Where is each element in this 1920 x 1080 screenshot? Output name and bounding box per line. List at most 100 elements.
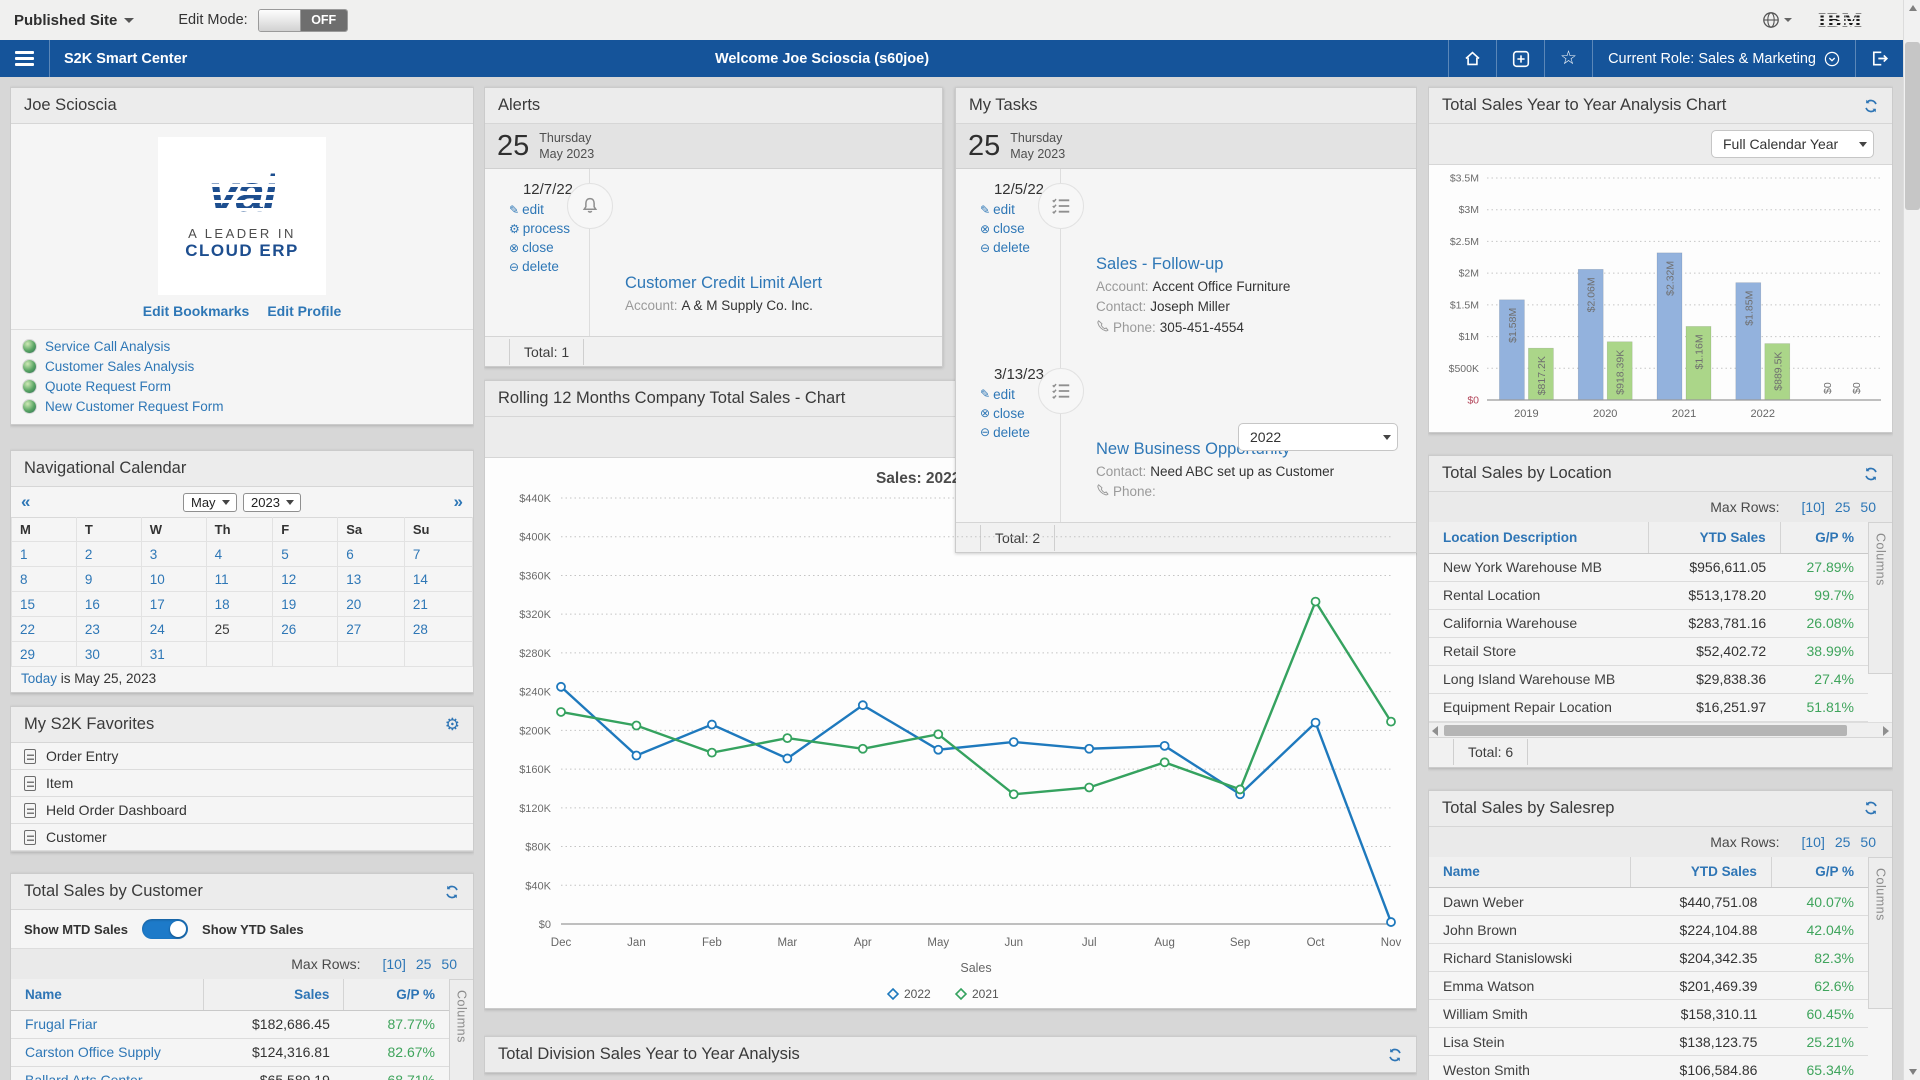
calendar-prev-button[interactable]: « — [21, 492, 30, 512]
calendar-day-link[interactable]: 5 — [281, 547, 289, 562]
bookmark-link[interactable]: New Customer Request Form — [45, 399, 224, 414]
mtd-ytd-toggle[interactable] — [142, 919, 188, 939]
entry-title-link[interactable]: Customer Credit Limit Alert — [625, 274, 822, 293]
published-site-menu[interactable]: Published Site — [14, 12, 134, 29]
scroll-down-arrow[interactable] — [1904, 1064, 1920, 1080]
favorite-item[interactable]: Customer — [11, 824, 473, 851]
edit-link[interactable]: ✎edit — [980, 202, 1015, 217]
delete-link[interactable]: ⊖delete — [509, 259, 559, 274]
refresh-icon[interactable] — [1387, 1047, 1403, 1063]
columns-tab[interactable]: Columns — [449, 979, 473, 1080]
column-header[interactable]: YTD Sales — [1649, 522, 1781, 553]
max-rows-option[interactable]: [10] — [1801, 499, 1824, 515]
calendar-day-link[interactable]: 21 — [413, 597, 428, 612]
max-rows-option[interactable]: [10] — [1801, 834, 1824, 850]
calendar-next-button[interactable]: » — [454, 492, 463, 512]
edit-link[interactable]: ✎edit — [980, 387, 1015, 402]
calendar-day-link[interactable]: 11 — [215, 572, 229, 587]
column-header[interactable]: G/P % — [1780, 522, 1868, 553]
calendar-day-link[interactable]: 6 — [346, 547, 354, 562]
column-header[interactable]: Sales — [204, 979, 344, 1010]
calendar-day-link[interactable]: 29 — [20, 647, 35, 662]
calendar-day-link[interactable]: 12 — [281, 572, 296, 587]
calendar-day-link[interactable]: 19 — [281, 597, 296, 612]
favorite-item[interactable]: Held Order Dashboard — [11, 797, 473, 824]
bookmark-link[interactable]: Service Call Analysis — [45, 339, 170, 354]
calendar-day-link[interactable]: 23 — [85, 622, 100, 637]
edit-link[interactable]: ✎edit — [509, 202, 544, 217]
max-rows-option[interactable]: 25 — [416, 956, 432, 972]
language-menu[interactable] — [1762, 11, 1792, 29]
scroll-up-arrow[interactable] — [1904, 0, 1920, 16]
max-rows-option[interactable]: [10] — [382, 956, 405, 972]
calendar-day-link[interactable]: 9 — [85, 572, 93, 587]
calendar-day-link[interactable]: 22 — [20, 622, 35, 637]
favorite-item[interactable]: Item — [11, 770, 473, 797]
calendar-day-link[interactable]: 20 — [346, 597, 361, 612]
max-rows-option[interactable]: 50 — [1860, 834, 1876, 850]
calendar-day-link[interactable]: 10 — [150, 572, 165, 587]
calendar-day-link[interactable]: 1 — [20, 547, 28, 562]
favorite-item[interactable]: Order Entry — [11, 743, 473, 770]
calendar-day-link[interactable]: 2 — [85, 547, 93, 562]
calendar-day-link[interactable]: 24 — [150, 622, 165, 637]
bookmark-link[interactable]: Quote Request Form — [45, 379, 171, 394]
max-rows-option[interactable]: 25 — [1835, 834, 1851, 850]
row-name-link[interactable]: Ballard Arts Center — [25, 1072, 143, 1080]
range-select[interactable]: Full Calendar Year — [1711, 130, 1874, 158]
calendar-day-link[interactable]: 13 — [346, 572, 361, 587]
today-link[interactable]: Today — [21, 671, 57, 686]
calendar-day-link[interactable]: 31 — [150, 647, 165, 662]
edit-profile-link[interactable]: Edit Profile — [267, 303, 341, 319]
refresh-icon[interactable] — [1863, 800, 1879, 816]
home-button[interactable] — [1448, 40, 1496, 77]
delete-link[interactable]: ⊖delete — [980, 425, 1030, 440]
column-header[interactable]: YTD Sales — [1631, 857, 1771, 888]
logout-button[interactable] — [1855, 40, 1903, 77]
column-header[interactable]: G/P % — [344, 979, 449, 1010]
current-role-menu[interactable]: Current Role: Sales & Marketing — [1592, 40, 1855, 77]
calendar-day-link[interactable]: 26 — [281, 622, 296, 637]
calendar-day-link[interactable]: 15 — [20, 597, 35, 612]
calendar-day-link[interactable]: 18 — [215, 597, 230, 612]
scrollbar-thumb[interactable] — [1444, 725, 1847, 736]
calendar-day-link[interactable]: 8 — [20, 572, 28, 587]
refresh-icon[interactable] — [1863, 98, 1879, 114]
calendar-day-link[interactable]: 16 — [85, 597, 100, 612]
calendar-year-select[interactable]: 2023 — [243, 493, 301, 512]
scrollbar-thumb[interactable] — [1905, 42, 1920, 210]
year-select[interactable]: 2022 — [1238, 423, 1398, 451]
columns-tab[interactable]: Columns — [1868, 522, 1892, 674]
calendar-day-link[interactable]: 7 — [413, 547, 421, 562]
calendar-day-link[interactable]: 28 — [413, 622, 428, 637]
close-link[interactable]: ⊗close — [980, 406, 1025, 421]
column-header[interactable]: Name — [1429, 857, 1631, 888]
refresh-icon[interactable] — [444, 884, 460, 900]
close-link[interactable]: ⊗close — [509, 240, 554, 255]
calendar-day-link[interactable]: 3 — [150, 547, 158, 562]
row-name-link[interactable]: Carston Office Supply — [25, 1044, 161, 1060]
process-link[interactable]: ⚙process — [509, 221, 570, 236]
edit-bookmarks-link[interactable]: Edit Bookmarks — [143, 303, 250, 319]
row-name-link[interactable]: Frugal Friar — [25, 1016, 97, 1032]
max-rows-option[interactable]: 25 — [1835, 499, 1851, 515]
calendar-day-link[interactable]: 4 — [215, 547, 223, 562]
calendar-day-link[interactable]: 27 — [346, 622, 361, 637]
gear-icon[interactable]: ⚙ — [445, 716, 460, 733]
favorites-button[interactable]: ☆ — [1544, 40, 1592, 77]
add-tab-button[interactable] — [1496, 40, 1544, 77]
calendar-day-link[interactable]: 30 — [85, 647, 100, 662]
bookmark-link[interactable]: Customer Sales Analysis — [45, 359, 194, 374]
column-header[interactable]: G/P % — [1771, 857, 1868, 888]
calendar-day-link[interactable]: 14 — [413, 572, 428, 587]
columns-tab[interactable]: Columns — [1868, 857, 1892, 1009]
entry-title-link[interactable]: Sales - Follow-up — [1096, 255, 1223, 274]
scroll-left-arrow[interactable] — [1432, 726, 1438, 736]
close-link[interactable]: ⊗close — [980, 221, 1025, 236]
column-header[interactable]: Location Description — [1429, 522, 1649, 553]
hamburger-menu-button[interactable] — [0, 40, 50, 77]
scroll-right-arrow[interactable] — [1883, 726, 1889, 736]
max-rows-option[interactable]: 50 — [441, 956, 457, 972]
calendar-month-select[interactable]: May — [183, 493, 237, 512]
delete-link[interactable]: ⊖delete — [980, 240, 1030, 255]
